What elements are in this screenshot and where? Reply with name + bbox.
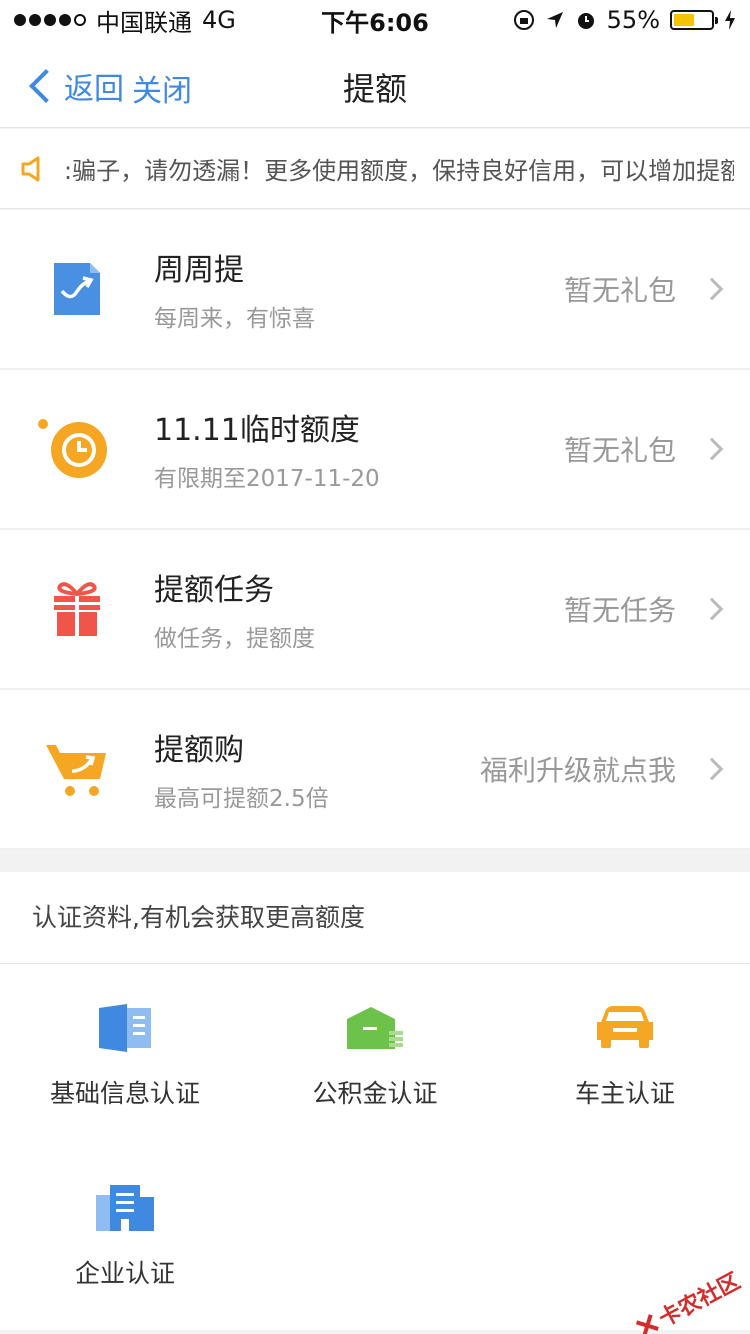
card-subtitle: 有限期至2017-11-20	[154, 466, 380, 492]
card-status: 暂无礼包	[563, 274, 676, 307]
chevron-right-icon	[700, 277, 724, 301]
building-icon	[94, 1178, 156, 1238]
notice-bar: :骗子，请勿透漏！更多使用额度，保持良好信用，可以增加提额	[0, 129, 750, 209]
rotation-lock-icon	[513, 10, 534, 30]
card-status: 暂无任务	[563, 594, 676, 627]
auth-label: 企业认证	[74, 1259, 175, 1288]
status-bar: 中国联通 4G 下午6:06 55%	[0, 0, 750, 40]
network-label: 4G	[202, 6, 236, 34]
warehouse-icon	[345, 998, 405, 1058]
card-title: 周周提	[154, 253, 244, 288]
auth-header: 认证资料,有机会获取更高额度	[0, 872, 750, 964]
cart-icon	[0, 689, 154, 849]
location-icon	[546, 12, 563, 28]
card-title: 11.11临时额度	[154, 413, 360, 448]
weekly-chart-icon	[0, 209, 154, 369]
battery-percent: 55%	[606, 6, 660, 34]
card-title: 提额任务	[154, 573, 274, 608]
chevron-right-icon	[700, 597, 724, 621]
charging-icon	[725, 10, 735, 30]
card-weekly[interactable]: 周周提 每周来，有惊喜 暂无礼包	[0, 210, 750, 370]
auth-housing-fund[interactable]: 公积金认证	[250, 964, 500, 1144]
card-title: 提额购	[154, 733, 244, 768]
speaker-icon	[0, 129, 64, 208]
chevron-right-icon	[700, 437, 724, 461]
card-status: 暂无礼包	[563, 434, 676, 467]
card-subtitle: 最高可提额2.5倍	[154, 786, 329, 812]
auth-car-owner[interactable]: 车主认证	[500, 964, 750, 1144]
card-shopping[interactable]: 提额购 最高可提额2.5倍 福利升级就点我	[0, 690, 750, 850]
card-subtitle: 每周来，有惊喜	[154, 306, 315, 332]
car-icon	[593, 998, 657, 1058]
notice-text: :骗子，请勿透漏！更多使用额度，保持良好信用，可以增加提额	[64, 157, 734, 185]
card-subtitle: 做任务，提额度	[154, 626, 315, 652]
id-card-icon	[97, 998, 153, 1058]
battery-icon	[670, 10, 718, 30]
gift-icon	[0, 529, 154, 689]
benefit-list: 周周提 每周来，有惊喜 暂无礼包 11.11临时额度 有限期至2017-11-2…	[0, 210, 750, 850]
signal-icon	[14, 14, 86, 26]
card-task[interactable]: 提额任务 做任务，提额度 暂无任务	[0, 530, 750, 690]
auth-label: 车主认证	[574, 1079, 675, 1108]
navigation-bar: 返回 关闭 提额	[0, 40, 750, 128]
chevron-right-icon	[700, 757, 724, 781]
auth-basic-info[interactable]: 基础信息认证	[0, 964, 250, 1144]
card-temporary-limit[interactable]: 11.11临时额度 有限期至2017-11-20 暂无礼包	[0, 370, 750, 530]
auth-section: 认证资料,有机会获取更高额度 基础信息认证 公积金认证 车主认证 企业认证	[0, 872, 750, 1330]
page-title: 提额	[342, 70, 407, 108]
carrier-label: 中国联通	[96, 8, 192, 37]
auth-enterprise[interactable]: 企业认证	[0, 1144, 250, 1324]
card-status: 福利升级就点我	[479, 754, 676, 787]
clock-icon	[0, 369, 154, 529]
alarm-icon	[577, 13, 594, 29]
auth-label: 基础信息认证	[49, 1079, 200, 1108]
auth-label: 公积金认证	[312, 1079, 438, 1108]
